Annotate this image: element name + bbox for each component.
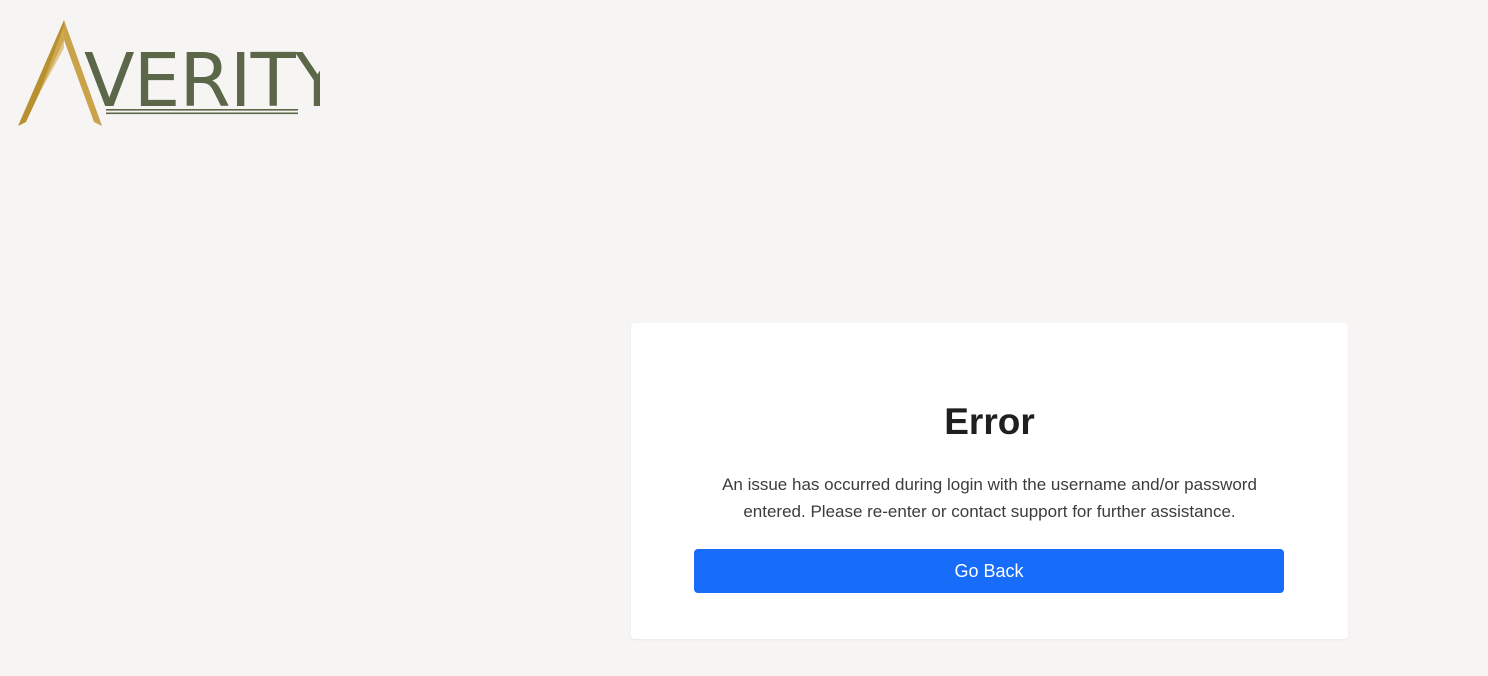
error-message: An issue has occurred during login with …: [722, 475, 1257, 521]
logo-graphic: VERITY: [18, 20, 320, 126]
error-card: Error An issue has occurred during login…: [631, 323, 1348, 639]
logo-wordmark: VERITY: [84, 38, 320, 124]
verity-logo[interactable]: VERITY: [16, 18, 320, 130]
go-back-button[interactable]: Go Back: [694, 549, 1284, 593]
error-title: Error: [944, 401, 1035, 442]
